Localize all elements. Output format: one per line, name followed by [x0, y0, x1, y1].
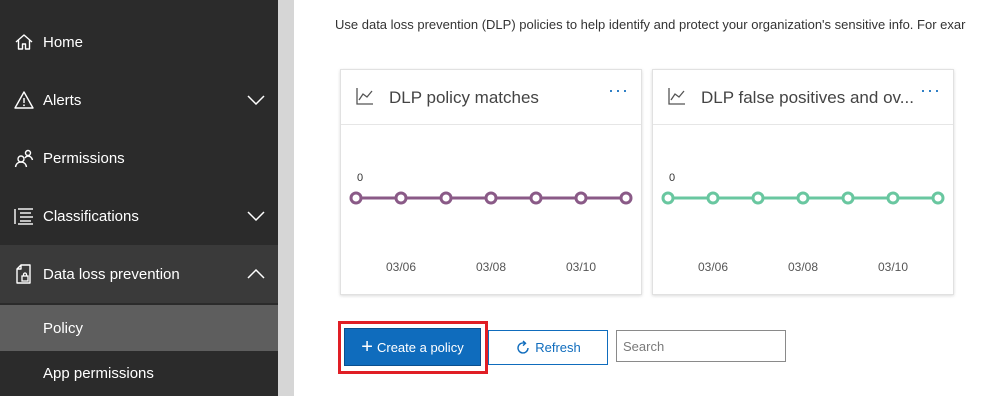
create-policy-button[interactable]: + Create a policy [344, 328, 481, 366]
sidebar-nav: Home Alerts Permissions Classifications [0, 0, 278, 396]
people-icon [13, 147, 35, 169]
data-label: 0 [357, 172, 363, 184]
sidebar-item-label: Classifications [43, 207, 139, 225]
more-options-icon[interactable]: ··· [608, 81, 629, 99]
data-point[interactable] [706, 191, 720, 205]
sidebar-subitem-label: App permissions [43, 364, 154, 382]
line-chart-icon [356, 87, 374, 105]
list-icon [13, 205, 35, 227]
warning-icon [13, 89, 35, 111]
x-tick-label: 03/06 [698, 260, 728, 274]
data-label: 0 [669, 172, 675, 184]
sidebar-item-alerts[interactable]: Alerts [0, 71, 278, 129]
data-point[interactable] [886, 191, 900, 205]
dlp-policy-matches-card[interactable]: DLP policy matches ··· 0 03/06 03/08 03/10 [340, 69, 642, 295]
data-point[interactable] [931, 191, 945, 205]
data-point[interactable] [394, 191, 408, 205]
document-lock-icon [13, 263, 35, 285]
card-title: DLP false positives and ov... [701, 88, 914, 107]
x-tick-label: 03/06 [386, 260, 416, 274]
main-content: Use data loss prevention (DLP) policies … [294, 0, 1005, 396]
card-title: DLP policy matches [389, 88, 539, 107]
sidebar-item-label: Home [43, 33, 84, 51]
sidebar-subitem-label: Policy [43, 319, 84, 337]
create-policy-label: Create a policy [376, 339, 464, 355]
sidebar-item-home[interactable]: Home [0, 13, 278, 71]
x-tick-label: 03/10 [566, 260, 596, 274]
data-point[interactable] [841, 191, 855, 205]
x-tick-label: 03/08 [788, 260, 818, 274]
sidebar-item-label: Data loss prevention [43, 265, 180, 283]
refresh-button[interactable]: Refresh [488, 330, 608, 365]
sidebar-item-classifications[interactable]: Classifications [0, 187, 278, 245]
chevron-up-icon[interactable] [247, 265, 265, 283]
data-point[interactable] [751, 191, 765, 205]
data-point[interactable] [349, 191, 363, 205]
line-chart: 0 03/06 03/08 03/10 [349, 172, 633, 274]
page-description: Use data loss prevention (DLP) policies … [335, 17, 966, 32]
search-input[interactable] [616, 330, 786, 362]
sidebar-item-label: Alerts [43, 91, 82, 109]
data-point[interactable] [619, 191, 633, 205]
dlp-false-positives-card[interactable]: DLP false positives and ov... ··· 0 03/06… [652, 69, 954, 295]
x-tick-label: 03/10 [878, 260, 908, 274]
sidebar-item-permissions[interactable]: Permissions [0, 129, 278, 187]
data-point[interactable] [439, 191, 453, 205]
data-point[interactable] [796, 191, 810, 205]
data-point[interactable] [484, 191, 498, 205]
data-point[interactable] [574, 191, 588, 205]
sidebar-subitem-app-permissions[interactable]: App permissions [0, 350, 278, 396]
sidebar-item-data-loss-prevention[interactable]: Data loss prevention [0, 245, 278, 303]
sidebar-subitem-policy[interactable]: Policy [0, 305, 278, 351]
refresh-label: Refresh [535, 340, 581, 355]
data-point[interactable] [661, 191, 675, 205]
plus-icon: + [361, 336, 373, 358]
more-options-icon[interactable]: ··· [920, 81, 941, 99]
sidebar-item-label: Permissions [43, 149, 125, 167]
refresh-icon [517, 339, 529, 354]
scrollbar-gutter[interactable] [278, 0, 294, 396]
line-chart-icon [668, 87, 686, 105]
card-header: DLP policy matches ··· [341, 70, 641, 125]
x-tick-label: 03/08 [476, 260, 506, 274]
line-chart: 0 03/06 03/08 03/10 [661, 172, 945, 274]
chevron-down-icon[interactable] [247, 91, 265, 109]
app-root: Home Alerts Permissions Classifications [0, 0, 1005, 396]
home-icon [13, 31, 35, 53]
chevron-down-icon[interactable] [247, 207, 265, 225]
data-point[interactable] [529, 191, 543, 205]
card-header: DLP false positives and ov... ··· [653, 70, 953, 125]
